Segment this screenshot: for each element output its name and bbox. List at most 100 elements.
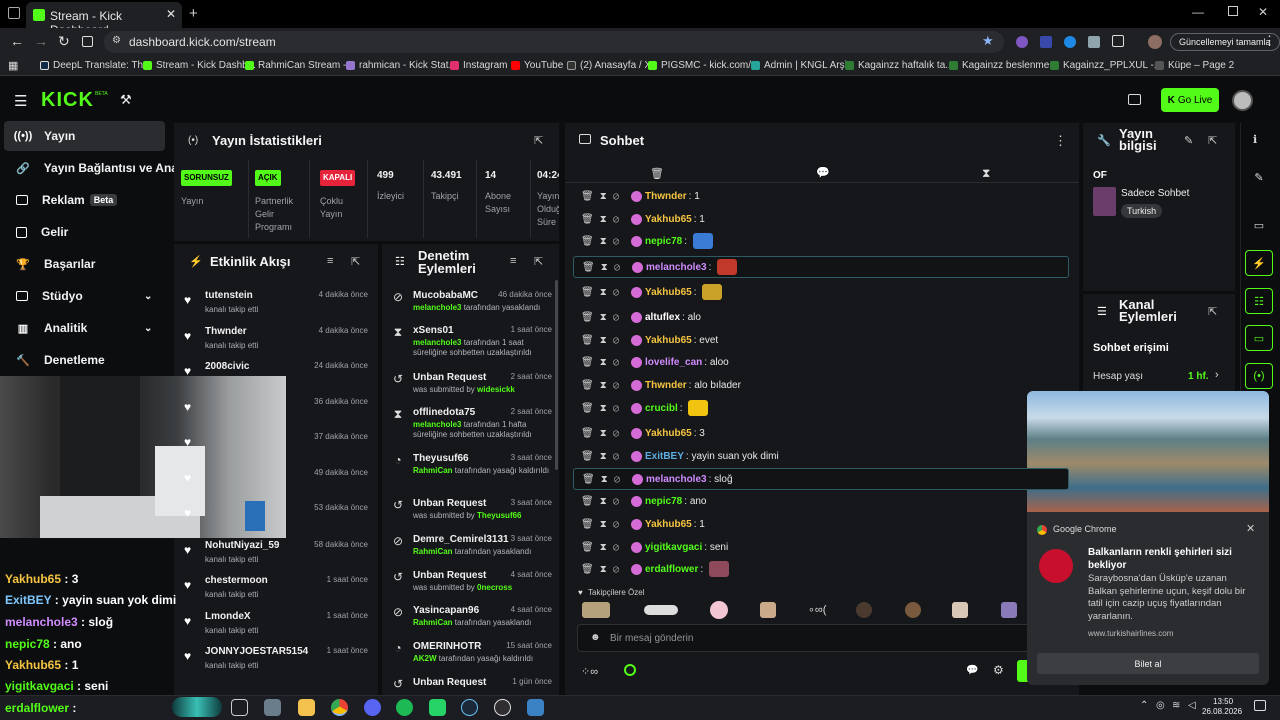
url-field[interactable]: ⚙ dashboard.kick.com/stream ★ (104, 31, 1004, 53)
app-icon[interactable] (264, 699, 281, 716)
chat-username[interactable]: altuflex (645, 312, 680, 323)
popout-icon[interactable]: ⇱ (534, 255, 543, 268)
activity-user[interactable]: tutenstein (205, 290, 253, 301)
emote[interactable] (582, 602, 610, 618)
chat-message[interactable]: 🗑⧗⊘ Yakhub65: (573, 281, 1069, 303)
sidebar-item-denetleme[interactable]: 🔨 Denetleme (4, 345, 165, 375)
mod-tools[interactable]: 🗑⧗⊘ (573, 451, 631, 462)
chevron-right-icon[interactable]: › (1215, 369, 1219, 381)
chat-message[interactable]: 🗑⧗⊘ crucibl: (573, 397, 1069, 419)
extensions-puzzle-icon[interactable] (1112, 35, 1124, 47)
bookmark-item[interactable]: Instagram (450, 60, 507, 71)
chat-message[interactable]: 🗑⧗⊘ Yakhub65: evet (573, 329, 1069, 351)
sidebar-item-studyo[interactable]: Stüdyo ⌄ (4, 281, 165, 311)
moderation-target[interactable]: Theyusuf66 (413, 453, 469, 464)
moderation-target[interactable]: OMERINHOTR (413, 641, 481, 652)
chat-username[interactable]: nepic78 (645, 496, 682, 507)
popout-icon[interactable]: ⇱ (1208, 134, 1217, 147)
chat-message[interactable]: 🗑⧗⊘ Yakhub65: 1 (573, 208, 1069, 230)
window-close-icon[interactable]: ✕ (1258, 5, 1268, 19)
creator-tools-icon[interactable]: ⚒ (120, 92, 132, 108)
rail-broadcast-button[interactable]: (•) (1245, 363, 1273, 389)
reload-icon[interactable]: ↻ (58, 33, 70, 50)
activity-user[interactable]: 2008civic (205, 361, 250, 372)
chat-username[interactable]: melanchole3 (646, 262, 707, 273)
moderation-actor[interactable]: 0necross (477, 583, 512, 592)
rail-list-button[interactable]: ☷ (1245, 288, 1273, 314)
mod-tools[interactable]: 🗑⧗⊘ (573, 335, 631, 346)
theater-mode-icon[interactable] (1128, 94, 1141, 105)
filter-icon[interactable]: ≡ (327, 255, 333, 267)
chat-message[interactable]: 🗑⧗⊘ melanchole3: sloğ (573, 468, 1069, 490)
sidebar-item-yayin[interactable]: ((•)) Yayın (4, 121, 165, 151)
back-icon[interactable]: ← (10, 33, 24, 49)
clock-time[interactable]: 13:50 (1213, 697, 1233, 706)
emote[interactable] (952, 602, 968, 618)
chat-username[interactable]: Thwnder (645, 191, 687, 202)
chat-message[interactable]: 🗑⧗⊘ ExitBEY: yayin suan yok dimi (573, 445, 1069, 467)
bookmark-item[interactable]: Kagainzz_PPLXUL -... (1050, 60, 1162, 71)
sidebar-item-analitik[interactable]: ▥ Analitik ⌄ (4, 313, 165, 343)
activity-user[interactable]: LmondeX (205, 611, 251, 622)
rail-activity-button[interactable]: ⚡ (1245, 250, 1273, 276)
sidebar-item-basarilar[interactable]: 🏆 Başarılar (4, 249, 165, 279)
bookmark-item[interactable]: Küpe – Page 2 (1155, 60, 1234, 71)
mod-tools[interactable]: 🗑⧗⊘ (573, 357, 631, 368)
chat-username[interactable]: Yakhub65 (645, 519, 692, 530)
chat-message[interactable]: 🗑⧗⊘ erdalflower: (573, 558, 1069, 580)
moderation-actor[interactable]: melanchole3 (413, 303, 461, 312)
notification-action-button[interactable]: Bilet al (1037, 653, 1259, 674)
forward-icon[interactable]: → (34, 33, 48, 49)
emote[interactable]: ∘∞( (808, 603, 826, 616)
mod-tools[interactable]: 🗑⧗⊘ (573, 380, 631, 391)
restore-icon[interactable] (1228, 6, 1238, 16)
emote[interactable] (644, 605, 678, 615)
mod-tools[interactable]: 🗑⧗⊘ (573, 191, 631, 202)
mod-tools[interactable]: 🗑⧗⊘ (573, 542, 631, 553)
chat-username[interactable]: lovelife_can (645, 357, 702, 368)
moderation-actor[interactable]: Theyusuf66 (477, 511, 521, 520)
tray-chevron-icon[interactable]: ⌃ (1140, 700, 1148, 711)
go-live-button[interactable]: K Go Live (1161, 88, 1219, 112)
sidebar-item-reklam[interactable]: Reklam Beta (4, 185, 165, 215)
settings-gear-icon[interactable]: ⚙ (993, 663, 1004, 677)
moderation-target[interactable]: xSens01 (413, 325, 454, 336)
new-tab-icon[interactable]: + (189, 5, 198, 22)
task-view-icon[interactable] (231, 699, 248, 716)
edit-pencil-icon[interactable]: ✎ (1184, 134, 1193, 147)
sidebar-item-stream-key[interactable]: 🔗 Yayın Bağlantısı ve Anahtar (4, 153, 176, 183)
share-icon[interactable]: ⁘∞ (581, 665, 598, 678)
moderation-actor[interactable]: RahmiCan (413, 466, 453, 475)
mod-tools[interactable]: 🗑⧗⊘ (573, 214, 631, 225)
info-icon[interactable]: ℹ (1253, 133, 1257, 146)
activity-user[interactable]: Thwnder (205, 326, 247, 337)
browser-menu-icon[interactable]: ⋮ (1263, 33, 1276, 49)
account-age-value[interactable]: 1 hf. (1188, 371, 1209, 382)
chat-message[interactable]: 🗑⧗⊘ Yakhub65: 1 (573, 513, 1069, 535)
mod-tools[interactable]: 🗑⧗⊘ (574, 262, 632, 273)
mod-tools[interactable]: 🗑⧗⊘ (573, 428, 631, 439)
moderation-target[interactable]: Yasincapan96 (413, 605, 479, 616)
rail-card-button[interactable]: ▭ (1245, 212, 1273, 238)
bookmark-item[interactable]: (2) Anasayfa / X (567, 60, 651, 71)
emote[interactable] (1001, 602, 1017, 618)
chat-username[interactable]: melanchole3 (646, 474, 707, 485)
extension-icon[interactable] (1016, 36, 1028, 48)
bookmark-item[interactable]: Kagainzz haftalık ta... (845, 60, 954, 71)
popout-icon[interactable]: ⇱ (1208, 305, 1217, 318)
widgets-button[interactable] (172, 697, 222, 717)
moderation-target[interactable]: Unban Request (413, 498, 486, 509)
chat-username[interactable]: Yakhub65 (645, 214, 692, 225)
message-icon[interactable]: 💬 (816, 166, 830, 179)
tab-close-icon[interactable]: ✕ (166, 7, 176, 21)
moderation-target[interactable]: Unban Request (413, 372, 486, 383)
activity-user[interactable]: JONNYJOESTAR5154 (205, 646, 308, 657)
chat-input[interactable]: ☻ Bir mesaj gönderin (577, 624, 1033, 652)
discord-icon[interactable] (364, 699, 381, 716)
mod-tools[interactable]: 🗑⧗⊘ (573, 519, 631, 530)
chat-username[interactable]: Thwnder (645, 380, 687, 391)
chrome-icon[interactable] (331, 699, 348, 716)
chat-username[interactable]: nepic78 (645, 236, 682, 247)
mod-tools[interactable]: 🗑⧗⊘ (573, 312, 631, 323)
moderation-target[interactable]: Unban Request (413, 677, 486, 688)
